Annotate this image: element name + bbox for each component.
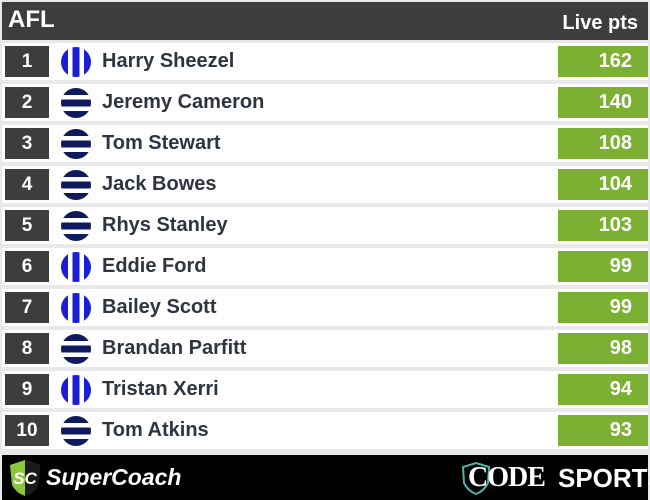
table-header: AFL Live pts: [2, 2, 648, 40]
leaderboard: 1 Harry Sheezel 162 2 Jeremy Cameron 140 3 Tom …: [2, 43, 648, 453]
geelong-logo-icon: [61, 416, 91, 446]
player-row: 8 Brandan Parfitt 98: [2, 330, 648, 367]
rank-badge: 6: [5, 251, 49, 282]
player-row: 10 Tom Atkins 93: [2, 412, 648, 449]
geelong-logo-icon: [61, 334, 91, 364]
live-points: 162: [558, 46, 648, 77]
supercoach-logo-icon: SC: [10, 460, 40, 496]
north-melbourne-logo-icon: [61, 375, 91, 405]
live-points: 98: [558, 333, 648, 364]
player-row: 6 Eddie Ford 99: [2, 248, 648, 285]
player-row: 7 Bailey Scott 99: [2, 289, 648, 326]
geelong-logo-icon: [61, 170, 91, 200]
footer: SC SuperCoach CODE SPORTS: [2, 455, 650, 500]
player-name: Jack Bowes: [102, 173, 217, 195]
player-name: Eddie Ford: [102, 255, 207, 277]
player-name: Brandan Parfitt: [102, 337, 247, 359]
player-name: Rhys Stanley: [102, 214, 228, 236]
rank-badge: 4: [5, 169, 49, 200]
north-melbourne-logo-icon: [61, 252, 91, 282]
player-row: 9 Tristan Xerri 94: [2, 371, 648, 408]
geelong-logo-icon: [61, 211, 91, 241]
rank-badge: 3: [5, 128, 49, 159]
live-points: 104: [558, 169, 648, 200]
player-name: Harry Sheezel: [102, 50, 235, 72]
rank-badge: 2: [5, 87, 49, 118]
rank-badge: 7: [5, 292, 49, 323]
player-name: Tristan Xerri: [102, 378, 219, 400]
supercoach-mark: SC: [13, 469, 37, 488]
player-name: Jeremy Cameron: [102, 91, 265, 113]
live-points: 103: [558, 210, 648, 241]
player-name: Bailey Scott: [102, 296, 217, 318]
rank-badge: 10: [5, 415, 49, 446]
north-melbourne-logo-icon: [61, 293, 91, 323]
player-row: 2 Jeremy Cameron 140: [2, 84, 648, 121]
player-name: Tom Stewart: [102, 132, 221, 154]
live-points: 99: [558, 251, 648, 282]
player-name: Tom Atkins: [102, 419, 209, 441]
league-title: AFL: [8, 6, 55, 33]
rank-badge: 5: [5, 210, 49, 241]
live-points: 93: [558, 415, 648, 446]
player-row: 4 Jack Bowes 104: [2, 166, 648, 203]
rank-badge: 8: [5, 333, 49, 364]
player-row: 3 Tom Stewart 108: [2, 125, 648, 162]
rank-badge: 1: [5, 46, 49, 77]
live-points: 140: [558, 87, 648, 118]
player-row: 5 Rhys Stanley 103: [2, 207, 648, 244]
rank-badge: 9: [5, 374, 49, 405]
live-points: 99: [558, 292, 648, 323]
codesports-brand-sports: SPORTS: [558, 463, 650, 493]
live-pts-column-label: Live pts: [562, 12, 638, 34]
live-points: 94: [558, 374, 648, 405]
north-melbourne-logo-icon: [61, 47, 91, 77]
player-row: 1 Harry Sheezel 162: [2, 43, 648, 80]
live-points: 108: [558, 128, 648, 159]
geelong-logo-icon: [61, 88, 91, 118]
supercoach-brand: SuperCoach: [46, 464, 182, 490]
geelong-logo-icon: [61, 129, 91, 159]
codesports-brand-code: CODE: [468, 462, 546, 493]
